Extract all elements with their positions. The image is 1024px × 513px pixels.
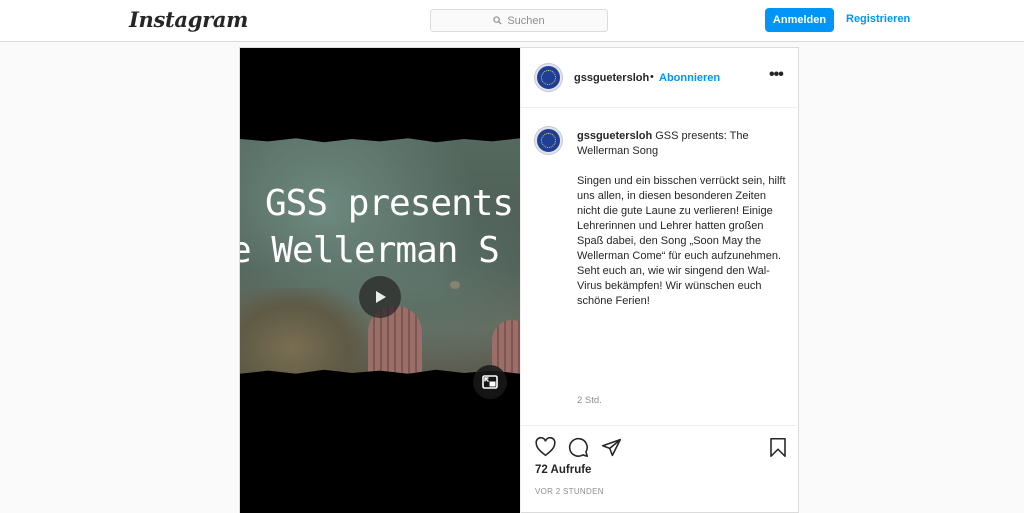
post-caption: gssguetersloh GSS presents: The Wellerma… (521, 109, 800, 425)
video-title-line2: e Wellerman S (240, 230, 500, 271)
video-title-line1: GSS presents (265, 183, 514, 224)
instagram-logo[interactable]: Instagram (129, 7, 248, 32)
search-placeholder: Suchen (507, 14, 545, 27)
avatar[interactable] (535, 64, 562, 91)
post-sidebar: gssguetersloh • Abonnieren ••• gssgueter… (520, 48, 800, 513)
more-options-icon[interactable]: ••• (769, 66, 784, 84)
post-username[interactable]: gssguetersloh (574, 72, 649, 84)
like-button[interactable] (534, 436, 556, 458)
picture-in-picture-button[interactable] (473, 365, 507, 399)
login-button[interactable]: Anmelden (765, 8, 834, 32)
bookmark-icon (770, 437, 786, 457)
top-navigation-bar: Instagram Suchen Anmelden Registrieren (0, 0, 1024, 42)
caption-avatar[interactable] (535, 127, 562, 154)
play-button[interactable] (359, 276, 401, 318)
caption-username[interactable]: gssguetersloh (577, 130, 652, 142)
caption-text: gssguetersloh GSS presents: The Wellerma… (577, 129, 787, 309)
view-count[interactable]: 72 Aufrufe (535, 464, 591, 476)
comment-icon (568, 437, 588, 457)
video-player[interactable]: GSS presents e Wellerman S (240, 48, 520, 513)
video-frame: GSS presents e Wellerman S (240, 138, 520, 374)
caption-body: Singen und ein bisschen verrückt sein, h… (577, 175, 786, 307)
share-button[interactable] (600, 436, 622, 458)
post-timestamp[interactable]: VOR 2 STUNDEN (535, 487, 604, 496)
comment-button[interactable] (567, 436, 589, 458)
separator-dot: • (650, 71, 654, 83)
save-button[interactable] (767, 436, 789, 458)
register-link[interactable]: Registrieren (846, 13, 910, 25)
play-icon (376, 291, 386, 303)
post-card: GSS presents e Wellerman S gssguetersloh… (239, 47, 800, 513)
search-icon (493, 16, 502, 25)
video-shore (240, 288, 370, 374)
follow-button[interactable]: Abonnieren (659, 72, 720, 84)
pip-icon (482, 375, 498, 389)
caption-age: 2 Std. (577, 395, 602, 406)
post-actions: 72 Aufrufe VOR 2 STUNDEN (521, 425, 800, 513)
share-icon (601, 438, 621, 456)
video-rock (450, 281, 460, 289)
post-header: gssguetersloh • Abonnieren ••• (521, 48, 800, 108)
heart-icon (534, 437, 556, 457)
search-input[interactable]: Suchen (430, 9, 608, 32)
